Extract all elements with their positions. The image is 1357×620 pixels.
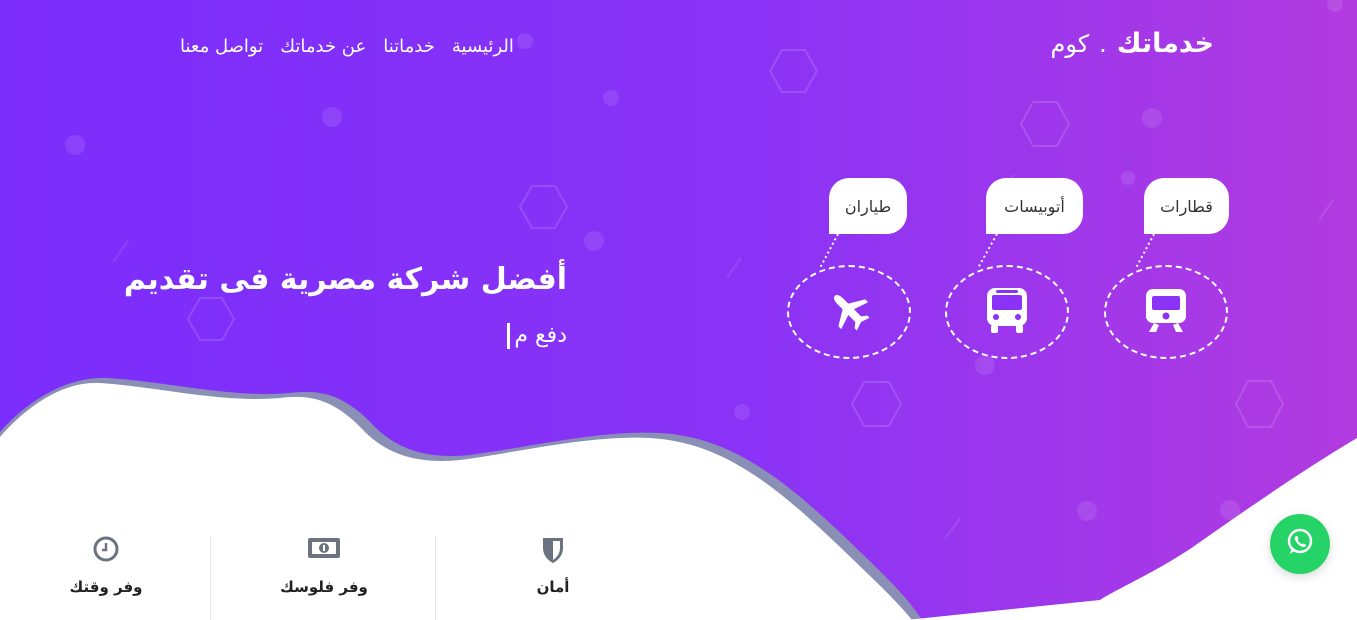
whatsapp-icon (1285, 527, 1315, 561)
whatsapp-button[interactable] (1270, 514, 1330, 574)
train-icon (1144, 287, 1188, 337)
service-bubble-buses[interactable]: أتوبيسات (986, 178, 1083, 234)
feature-divider (210, 536, 211, 620)
shield-icon (541, 536, 565, 568)
service-label-trains: قطارات (1160, 196, 1213, 216)
feature-label-security: أمان (536, 578, 570, 596)
service-buses (945, 265, 1069, 359)
clock-icon (93, 536, 119, 566)
features-row: أمان وفر فلوسك وفر وقتك (0, 520, 660, 620)
feature-save-money: وفر فلوسك (212, 520, 436, 620)
service-bubble-trains[interactable]: قطارات (1144, 178, 1229, 234)
service-circle-buses[interactable] (945, 265, 1069, 359)
feature-label-save-time: وفر وقتك (69, 578, 143, 596)
service-circle-trains[interactable] (1104, 265, 1228, 359)
service-circle-flights[interactable] (787, 265, 911, 359)
service-label-buses: أتوبيسات (1004, 196, 1065, 216)
service-label-flights: طياران (844, 196, 892, 216)
bus-icon (985, 286, 1029, 338)
feature-security: أمان (436, 520, 670, 620)
service-trains (1104, 265, 1228, 359)
service-bubble-flights[interactable]: طياران (829, 178, 907, 234)
feature-divider (435, 536, 436, 620)
money-icon (307, 536, 341, 564)
feature-save-time: وفر وقتك (0, 520, 212, 620)
service-flights (787, 265, 911, 359)
airplane-icon (827, 288, 871, 336)
feature-label-save-money: وفر فلوسك (280, 578, 368, 596)
